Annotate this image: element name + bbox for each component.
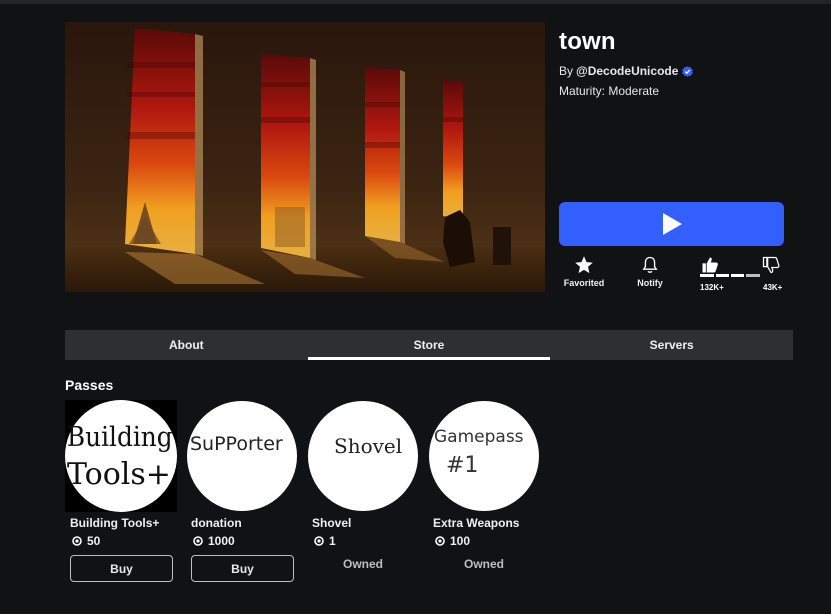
downvote-button[interactable]	[761, 255, 781, 280]
supporter-pass-image: SuPPorter	[187, 401, 297, 511]
tab-about[interactable]: About	[65, 330, 308, 360]
vote-bar-fill	[700, 274, 745, 277]
thumbs-up-icon	[702, 257, 718, 273]
pass-name: Extra Weapons	[433, 516, 520, 530]
pass-name: Building Tools+	[70, 516, 160, 530]
favorite-button[interactable]: Favorited	[559, 255, 609, 288]
price-value: 1000	[208, 534, 235, 548]
pass-icon[interactable]: SuPPorter	[186, 400, 298, 512]
robux-icon	[314, 536, 324, 546]
top-bar	[0, 0, 831, 4]
pass-icon[interactable]: Building Tools+	[65, 400, 177, 512]
icon-text-line-1: SuPPorter	[190, 433, 283, 455]
game-title: town	[559, 28, 616, 55]
price-value: 50	[87, 534, 101, 548]
pass-name: Shovel	[312, 516, 352, 530]
price-value: 100	[450, 534, 471, 548]
verified-badge-icon	[682, 65, 694, 77]
notify-button[interactable]: Notify	[625, 255, 675, 288]
creator-byline: By @DecodeUnicode	[559, 64, 694, 78]
downvote-count: 43K+	[763, 283, 783, 292]
tab-bar: About Store Servers	[65, 330, 793, 360]
vote-ratio-bar	[700, 274, 760, 277]
thumbs-down-icon	[762, 256, 780, 274]
price-value: 1	[329, 534, 336, 548]
star-icon	[575, 256, 593, 274]
building-tools-pass-image: Building Tools+	[65, 400, 177, 512]
icon-text-line-1: Shovel	[334, 434, 402, 458]
icon-text-line-2: Tools+	[67, 457, 171, 492]
notify-label: Notify	[637, 278, 663, 288]
pass-icon[interactable]: Shovel	[307, 400, 419, 512]
icon-text-line-1: Building	[67, 422, 173, 453]
buy-button[interactable]: Buy	[191, 555, 294, 582]
maturity-label: Maturity: Moderate	[559, 84, 660, 98]
robux-icon	[72, 536, 82, 546]
play-icon	[662, 213, 682, 235]
tab-servers[interactable]: Servers	[550, 330, 793, 360]
game-thumbnail[interactable]	[65, 22, 545, 292]
robux-icon	[435, 536, 445, 546]
pass-price: 1000	[193, 534, 298, 548]
owned-label: Owned	[463, 557, 504, 571]
passes-heading: Passes	[65, 377, 114, 393]
upvote-count: 132K+	[700, 283, 724, 292]
owned-label: Owned	[342, 557, 383, 571]
pass-price: 50	[72, 534, 177, 548]
thumbnail-scene	[65, 22, 545, 292]
icon-text-line-1: Gamepass	[434, 427, 524, 447]
creator-link[interactable]: @DecodeUnicode	[576, 64, 678, 78]
pass-icon[interactable]: Gamepass #1	[428, 400, 540, 512]
pass-name: donation	[191, 516, 242, 530]
robux-icon	[193, 536, 203, 546]
shovel-pass-image: Shovel	[308, 401, 418, 511]
by-prefix: By	[559, 64, 574, 78]
tab-store[interactable]: Store	[307, 330, 551, 360]
pass-card-shovel[interactable]: Shovel Shovel 1 Owned	[307, 400, 419, 571]
buy-button[interactable]: Buy	[70, 555, 173, 582]
pass-card-extra-weapons[interactable]: Gamepass #1 Extra Weapons 100 Owned	[428, 400, 540, 571]
pass-card-donation[interactable]: SuPPorter donation 1000 Buy	[186, 400, 298, 582]
pass-price: 1	[314, 534, 419, 548]
favorite-label: Favorited	[563, 278, 605, 288]
bell-icon	[642, 256, 658, 273]
pass-price: 100	[435, 534, 540, 548]
icon-text-line-2: #1	[446, 453, 478, 478]
pass-card-building-tools[interactable]: Building Tools+ Building Tools+ 50 Buy	[65, 400, 177, 582]
gamepass-image: Gamepass #1	[429, 401, 539, 511]
play-button[interactable]	[559, 202, 784, 246]
